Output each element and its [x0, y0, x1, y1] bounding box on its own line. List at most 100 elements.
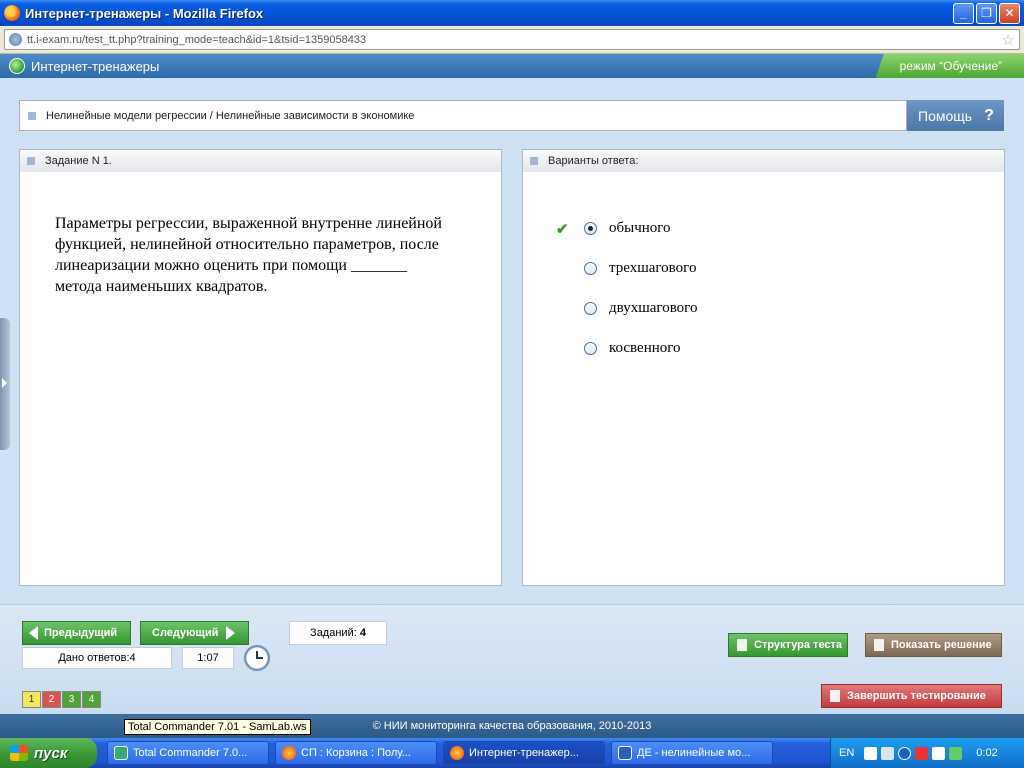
help-label[interactable]: Помощь	[918, 108, 972, 124]
tasks-count: 4	[359, 627, 366, 639]
answers-panel: Варианты ответа: ✔ обычного трехшагового…	[522, 149, 1005, 586]
minimize-button[interactable]: _	[953, 2, 974, 24]
total-commander-icon	[114, 746, 128, 760]
answer-label[interactable]: обычного	[609, 220, 671, 237]
list-icon	[737, 639, 747, 651]
system-tray: EN 0:02	[830, 738, 1024, 768]
url-text[interactable]: tt.i-exam.ru/test_tt.php?training_mode=t…	[27, 34, 1002, 46]
shield-tray-icon[interactable]	[932, 746, 946, 760]
windows-logo-icon	[10, 745, 28, 761]
side-panel-toggle[interactable]	[0, 318, 10, 450]
site-identity-icon[interactable]	[9, 33, 22, 46]
arrow-right-icon	[226, 626, 236, 640]
taskbar-item[interactable]: Total Commander 7.0...	[107, 741, 269, 765]
wifi-tray-icon[interactable]	[949, 746, 963, 760]
page-button[interactable]: 2	[42, 691, 61, 708]
firefox-icon	[450, 746, 464, 760]
page-indicator: 1 2 3 4	[22, 691, 101, 708]
correct-check-icon: ✔	[556, 222, 569, 238]
taskbar-item[interactable]: ДЕ - нелинейные мо...	[611, 741, 773, 765]
breadcrumb-text: Нелинейные модели регрессии / Нелинейные…	[46, 109, 415, 122]
help-button[interactable]: Помощь ?	[907, 100, 1004, 131]
answer-label[interactable]: двухшагового	[609, 300, 697, 317]
close-button[interactable]: ✕	[999, 2, 1020, 24]
word-icon	[618, 746, 632, 760]
copyright-text: © НИИ мониторинга качества образования, …	[372, 720, 652, 732]
start-button[interactable]: пуск	[0, 738, 97, 768]
next-button[interactable]: Следующий	[140, 621, 249, 645]
app-header: Интернет-тренажеры режим “Обучение”	[0, 54, 1024, 78]
test-structure-button[interactable]: Структура теста	[728, 633, 848, 657]
task-question: Параметры регрессии, выраженной внутренн…	[55, 215, 442, 295]
taskbar-tooltip: Total Commander 7.01 - SamLab.ws	[124, 719, 311, 735]
task-number: Задание N 1.	[45, 155, 112, 167]
square-bullet-icon	[28, 111, 36, 120]
url-field[interactable]: tt.i-exam.ru/test_tt.php?training_mode=t…	[4, 29, 1020, 50]
book-icon	[874, 639, 884, 651]
next-label[interactable]: Следующий	[152, 627, 218, 639]
page-button[interactable]: 4	[82, 691, 101, 708]
answers-header: Варианты ответа:	[548, 155, 639, 167]
tray-expand-icon[interactable]	[898, 746, 912, 760]
network-tray-icon[interactable]	[881, 746, 895, 760]
window-titlebar: Интернет-тренажеры - Mozilla Firefox _ ❐…	[0, 0, 1024, 26]
help-tray-icon[interactable]	[864, 746, 878, 760]
clock-time[interactable]: 0:02	[976, 747, 997, 759]
square-bullet-icon	[27, 157, 35, 165]
taskbar-item-label[interactable]: ДЕ - нелинейные мо...	[637, 747, 750, 759]
finish-test-label[interactable]: Завершить тестирование	[847, 690, 986, 702]
task-panel: Задание N 1. Параметры регрессии, выраже…	[19, 149, 502, 586]
bottom-toolbar: Предыдущий Следующий Заданий: 4 Дано отв…	[0, 604, 1024, 714]
taskbar-item-active[interactable]: Интернет-тренажер...	[443, 741, 605, 765]
answer-options: ✔ обычного трехшагового двухшагового кос…	[556, 208, 697, 368]
mode-badge: режим “Обучение”	[875, 54, 1024, 78]
app-logo-icon	[9, 58, 25, 74]
app-title: Интернет-тренажеры	[31, 58, 160, 74]
address-bar: tt.i-exam.ru/test_tt.php?training_mode=t…	[0, 26, 1024, 54]
square-bullet-icon	[530, 157, 538, 165]
answer-label[interactable]: косвенного	[609, 340, 681, 357]
answers-panel-header: Варианты ответа:	[523, 150, 1004, 172]
taskbar-item-label[interactable]: Total Commander 7.0...	[133, 747, 247, 759]
prev-button[interactable]: Предыдущий	[22, 621, 131, 645]
prev-label[interactable]: Предыдущий	[44, 627, 117, 639]
taskbar-item-label[interactable]: Интернет-тренажер...	[469, 747, 579, 759]
page-button[interactable]: 3	[62, 691, 81, 708]
answered-count: Дано ответов:4	[22, 647, 172, 669]
firefox-icon	[282, 746, 296, 760]
start-label[interactable]: пуск	[34, 745, 67, 762]
radio-selected-dot	[588, 225, 593, 231]
show-solution-button[interactable]: Показать решение	[865, 633, 1002, 657]
answer-option[interactable]: косвенного	[556, 328, 697, 368]
running-man-icon	[830, 690, 840, 702]
answer-radio[interactable]	[584, 261, 597, 275]
question-icon[interactable]: ?	[984, 107, 994, 125]
firefox-icon	[4, 5, 20, 21]
test-structure-label[interactable]: Структура теста	[754, 639, 842, 651]
antivirus-tray-icon[interactable]	[915, 746, 929, 760]
language-indicator[interactable]: EN	[839, 747, 854, 759]
show-solution-label[interactable]: Показать решение	[891, 639, 992, 651]
breadcrumb: Нелинейные модели регрессии / Нелинейные…	[19, 100, 907, 131]
answer-option[interactable]: двухшагового	[556, 288, 697, 328]
finish-test-button[interactable]: Завершить тестирование	[821, 684, 1002, 708]
tasks-label: Заданий:	[310, 627, 357, 639]
maximize-button[interactable]: ❐	[976, 2, 997, 24]
bookmark-star-icon[interactable]: ☆	[1002, 31, 1015, 49]
answer-radio[interactable]	[584, 221, 597, 235]
taskbar-item-label[interactable]: СП : Корзина : Полу...	[301, 747, 411, 759]
answer-option[interactable]: трехшагового	[556, 248, 697, 288]
page-button[interactable]: 1	[22, 691, 41, 708]
window-title: Интернет-тренажеры - Mozilla Firefox	[25, 5, 264, 21]
answer-label[interactable]: трехшагового	[609, 260, 696, 277]
taskbar-item[interactable]: СП : Корзина : Полу...	[275, 741, 437, 765]
answer-radio[interactable]	[584, 301, 597, 315]
tasks-count-box: Заданий: 4	[289, 621, 387, 645]
timer: 1:07	[182, 647, 234, 669]
answer-option[interactable]: ✔ обычного	[556, 208, 697, 248]
clock-icon	[244, 645, 270, 671]
task-panel-header: Задание N 1.	[20, 150, 501, 172]
answer-radio[interactable]	[584, 341, 597, 355]
windows-taskbar: пуск Total Commander 7.0... СП : Корзина…	[0, 738, 1024, 768]
arrow-left-icon	[29, 626, 38, 640]
